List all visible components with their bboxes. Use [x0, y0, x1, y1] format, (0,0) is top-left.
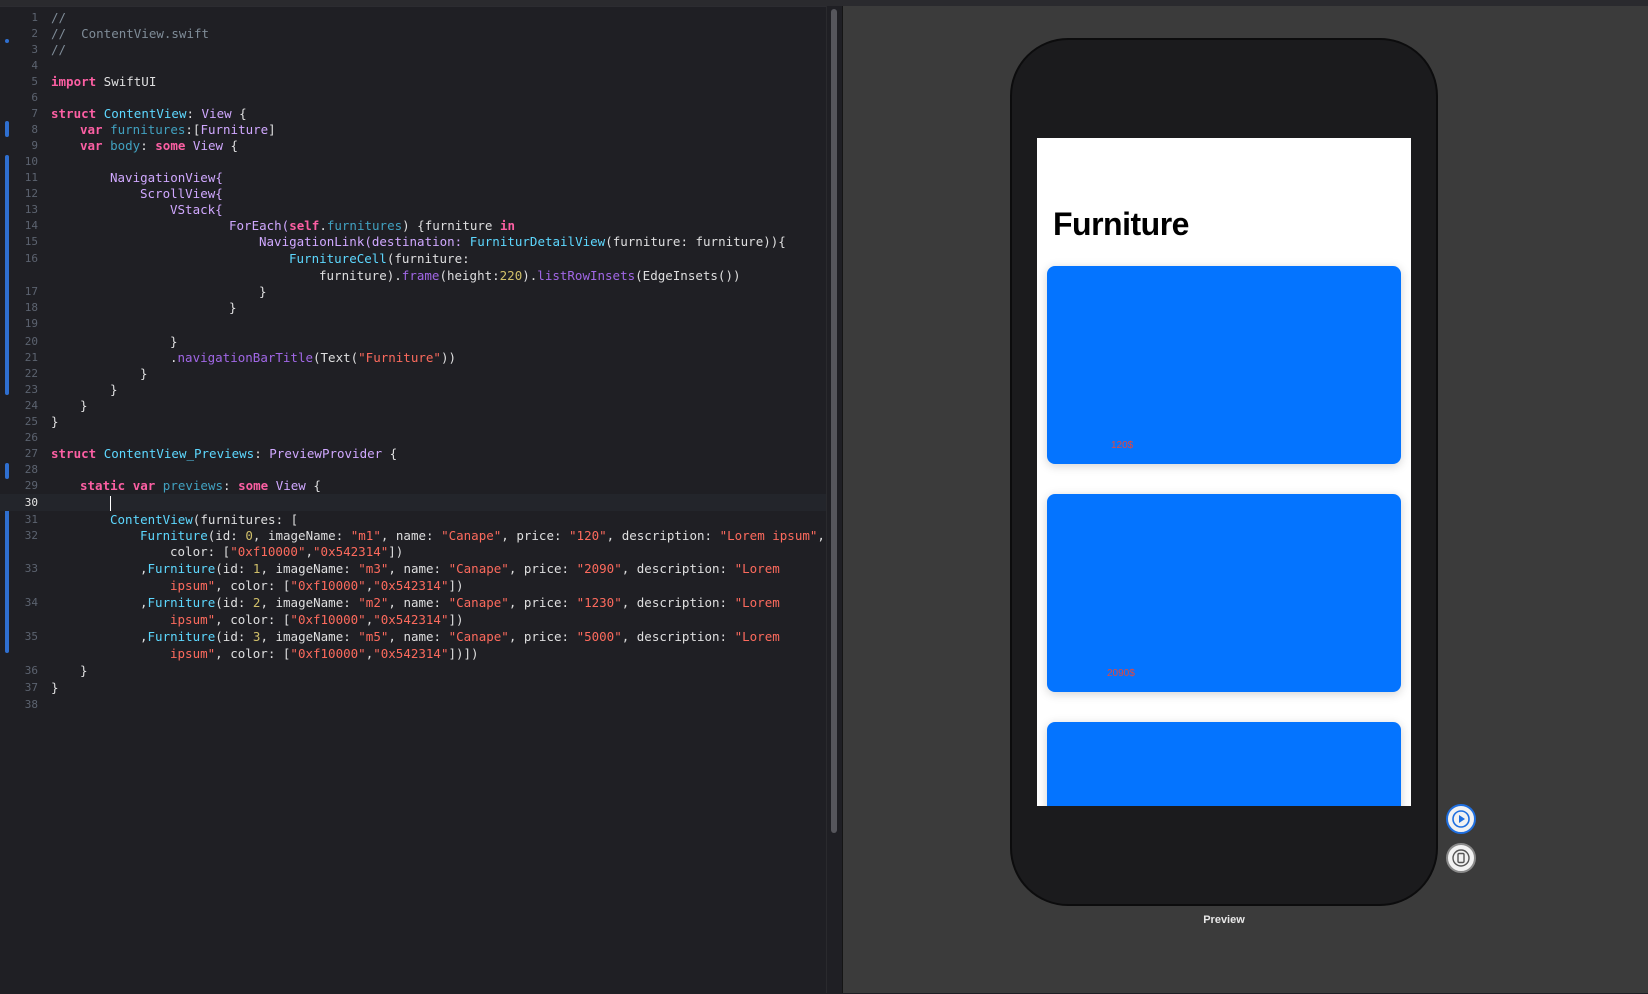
device-settings-button[interactable] [1446, 843, 1476, 873]
code-line[interactable]: 18 } [0, 299, 826, 316]
code-line-wrap[interactable]: ipsum", color: ["0xf10000","0x542314"])]… [0, 645, 826, 662]
line-number: 3 [31, 43, 38, 56]
code-line-wrap[interactable]: ipsum", color: ["0xf10000","0x542314"]) [0, 611, 826, 628]
comment: // [51, 42, 67, 57]
code-line[interactable]: 14 ForEach(self.furnitures) {furniture i… [0, 217, 826, 234]
line-number: 27 [24, 447, 38, 460]
code-line[interactable]: 19 [0, 315, 826, 332]
line-number: 8 [31, 123, 38, 136]
code-line[interactable]: 37 } [0, 679, 826, 696]
code-line[interactable]: 33 ,Furniture(id: 1, imageName: "m3", na… [0, 560, 826, 577]
line-number: 21 [24, 351, 38, 364]
live-preview-button[interactable] [1446, 804, 1476, 834]
code-line[interactable]: 2 // ContentView.swift [0, 25, 826, 42]
preview-label: Preview [1203, 914, 1245, 926]
line-number: 16 [24, 252, 38, 265]
code-line[interactable]: 5 import SwiftUI [0, 73, 826, 90]
line-number: 1 [31, 11, 38, 24]
device-icon [1452, 849, 1470, 867]
line-number: 36 [24, 664, 38, 677]
line-number: 20 [24, 335, 38, 348]
code-line[interactable]: 23 } [0, 381, 826, 398]
code-line[interactable]: 25 } [0, 413, 826, 430]
device-screen[interactable]: Furniture 120$ 2090$ [1037, 138, 1411, 806]
code-line[interactable]: 13 VStack{ [0, 201, 826, 218]
code-line[interactable]: 35 ,Furniture(id: 3, imageName: "m5", na… [0, 628, 826, 645]
current-code-line[interactable]: 30 [0, 494, 826, 511]
code-line-wrap[interactable]: color: ["0xf10000","0x542314"]) [0, 543, 826, 560]
line-number: 23 [24, 383, 38, 396]
line-number: 19 [24, 317, 38, 330]
price-label: 120$ [1111, 440, 1134, 451]
code-line[interactable]: 10 [0, 153, 826, 170]
code-line[interactable]: 31 ContentView(furnitures: [ [0, 511, 826, 528]
line-number: 7 [31, 107, 38, 120]
line-number: 26 [24, 431, 38, 444]
code-line[interactable]: 26 [0, 429, 826, 446]
line-number: 24 [24, 399, 38, 412]
code-line[interactable]: 12 ScrollView{ [0, 185, 826, 202]
price-label: 2090$ [1107, 668, 1135, 679]
editor-scrollbar[interactable] [831, 9, 837, 833]
code-line[interactable]: 6 [0, 89, 826, 106]
code-line[interactable]: 27 struct ContentView_Previews: PreviewP… [0, 445, 826, 462]
code-editor[interactable]: 1 // 2 // ContentView.swift 3 // 4 5 imp… [0, 6, 826, 994]
line-number: 35 [24, 630, 38, 643]
code-line[interactable]: 24 } [0, 397, 826, 414]
line-number: 5 [31, 75, 38, 88]
line-number: 9 [31, 139, 38, 152]
code-line[interactable]: 7 struct ContentView: View { [0, 105, 826, 122]
code-line[interactable]: 38 [0, 696, 826, 713]
code-line[interactable]: 28 [0, 461, 826, 478]
code-line[interactable]: 36 } [0, 662, 826, 679]
keyword: import [51, 74, 97, 89]
line-number: 14 [24, 219, 38, 232]
line-number: 6 [31, 91, 38, 104]
line-number: 33 [24, 562, 38, 575]
code-line[interactable]: 3 // [0, 41, 826, 58]
comment: // ContentView.swift [51, 26, 210, 41]
code-line-wrap[interactable]: furniture).frame(height:220).listRowInse… [0, 267, 826, 284]
line-number: 13 [24, 203, 38, 216]
line-number: 37 [24, 681, 38, 694]
line-number: 2 [31, 27, 38, 40]
text-caret [110, 496, 111, 511]
line-number: 30 [24, 496, 38, 509]
code-line[interactable]: } [0, 283, 826, 300]
navigation-title: Furniture [1053, 206, 1189, 242]
code-line[interactable]: 1 // [0, 9, 826, 26]
code-line[interactable]: 21 .navigationBarTitle(Text("Furniture")… [0, 349, 826, 366]
line-number: 4 [31, 59, 38, 72]
play-icon [1452, 810, 1470, 828]
comment: // [51, 10, 67, 25]
code-line[interactable]: 15 NavigationLink(destination: FurniturD… [0, 233, 826, 250]
line-number: 31 [24, 513, 38, 526]
line-number: 29 [24, 479, 38, 492]
line-number: 15 [24, 235, 38, 248]
furniture-cell[interactable]: 2090$ [1047, 494, 1401, 692]
code-line[interactable]: 29 static var previews: some View { [0, 477, 826, 494]
line-number: 25 [24, 415, 38, 428]
line-number: 32 [24, 529, 38, 542]
line-number: 34 [24, 596, 38, 609]
line-number: 22 [24, 367, 38, 380]
line-number: 12 [24, 187, 38, 200]
line-number: 38 [24, 698, 38, 711]
code-line-wrap[interactable]: ipsum", color: ["0xf10000","0x542314"]) [0, 577, 826, 594]
code-line[interactable]: 34 ,Furniture(id: 2, imageName: "m2", na… [0, 594, 826, 611]
code-line[interactable]: 20 } [0, 333, 826, 350]
code-line[interactable]: 9 var body: some View { [0, 137, 826, 154]
line-number: 18 [24, 301, 38, 314]
code-line[interactable]: 16 FurnitureCell(furniture: [0, 250, 826, 267]
code-line[interactable]: 4 [0, 57, 826, 74]
code-line[interactable]: 8 var furnitures:[Furniture] [0, 121, 826, 138]
code-line[interactable]: 22 } [0, 365, 826, 382]
line-number: 11 [24, 171, 38, 184]
code-line[interactable]: 11 NavigationView{ [0, 169, 826, 186]
line-number: 10 [24, 155, 38, 168]
furniture-cell[interactable] [1047, 722, 1401, 806]
line-number: 28 [24, 463, 38, 476]
furniture-cell[interactable]: 120$ [1047, 266, 1401, 464]
code-line[interactable]: 32 Furniture(id: 0, imageName: "m1", nam… [0, 527, 826, 544]
